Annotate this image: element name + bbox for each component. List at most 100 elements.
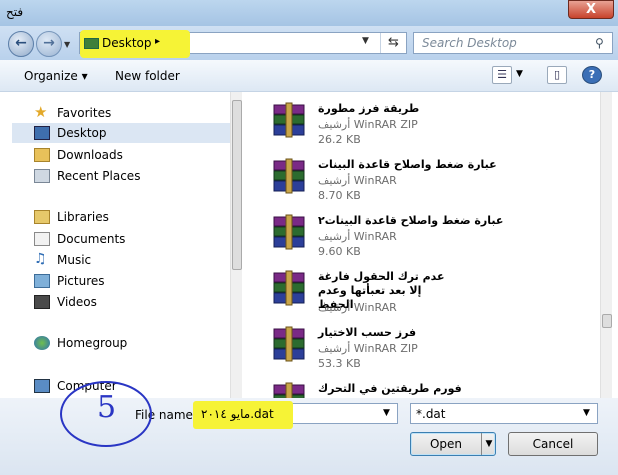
toolbar: Organize ▾ New folder ☰ ▼ ▯ ? xyxy=(0,60,618,92)
desktop-icon xyxy=(34,126,50,140)
sidebar-item-label: Music xyxy=(57,253,92,267)
libraries-icon xyxy=(34,210,50,224)
file-type-select[interactable]: *.dat ▼ xyxy=(410,403,598,424)
sidebar-item-label: Documents xyxy=(57,232,126,246)
file-list-scrollbar[interactable] xyxy=(600,92,612,398)
sidebar-item-downloads[interactable]: Downloads xyxy=(22,145,230,165)
back-arrow-icon: ← xyxy=(15,35,27,51)
pictures-icon xyxy=(34,274,50,288)
search-input[interactable]: Search Desktop ⚲ xyxy=(413,32,613,54)
file-size: 53.3 KB xyxy=(318,357,361,370)
list-item[interactable]: عبارة ضغط واصلاح قاعدة البينات أرشيف WinR… xyxy=(246,152,586,206)
sidebar-item-desktop[interactable]: Desktop xyxy=(12,123,230,143)
file-name-value[interactable]: مايو ٢٠١٤.dat xyxy=(201,407,274,421)
back-button[interactable]: ← xyxy=(8,31,34,57)
file-type: أرشيف WinRAR ZIP xyxy=(318,118,418,131)
title-bar: فتح X xyxy=(0,0,618,26)
file-type: أرشيف WinRAR ZIP xyxy=(318,342,418,355)
cancel-button[interactable]: Cancel xyxy=(508,432,598,456)
file-size: 26.2 KB xyxy=(318,133,361,146)
list-item[interactable]: عبارة ضغط واصلاح قاعدة البينات٢ أرشيف Win… xyxy=(246,208,586,262)
file-type: أرشيف WinRAR xyxy=(318,174,397,187)
file-size: 8.70 KB xyxy=(318,189,361,202)
file-name-input[interactable]: مايو ٢٠١٤.dat ▼ xyxy=(193,401,398,429)
forward-arrow-icon: → xyxy=(43,35,55,51)
forward-button[interactable]: → xyxy=(36,31,62,57)
annotation-number: 5 xyxy=(97,390,117,425)
sidebar-item-pictures[interactable]: Pictures xyxy=(22,271,230,291)
close-button[interactable]: X xyxy=(568,0,614,19)
address-dropdown-icon[interactable]: ▼ xyxy=(362,36,369,46)
videos-icon xyxy=(34,295,50,309)
desktop-folder-icon xyxy=(84,38,99,49)
list-item[interactable]: فرز حسب الاختيار أرشيف WinRAR ZIP 53.3 KB xyxy=(246,320,586,374)
file-type: أرشيف WinRAR xyxy=(318,301,397,314)
sidebar-item-label: Pictures xyxy=(57,274,105,288)
file-name: عبارة ضغط واصلاح قاعدة البينات xyxy=(318,158,497,171)
navigation-pane: ★ Favorites Desktop Downloads Recent Pla… xyxy=(12,92,230,398)
sidebar-item-label: Downloads xyxy=(57,148,123,162)
sidebar-item-videos[interactable]: Videos xyxy=(22,292,230,312)
winrar-archive-icon xyxy=(272,326,306,362)
winrar-archive-icon xyxy=(272,158,306,194)
sidebar-item-favorites[interactable]: ★ Favorites xyxy=(22,103,230,123)
sidebar-item-label: Videos xyxy=(57,295,97,309)
history-dropdown-icon[interactable]: ▼ xyxy=(64,40,70,49)
sidebar-item-label: Recent Places xyxy=(57,169,141,183)
winrar-archive-icon xyxy=(272,214,306,250)
file-name: فرز حسب الاختيار xyxy=(318,326,417,339)
file-list-scrollbar-thumb[interactable] xyxy=(602,314,612,328)
navigation-scrollbar[interactable] xyxy=(230,92,242,398)
documents-icon xyxy=(34,232,50,246)
refresh-icon: ⇆ xyxy=(388,35,399,50)
list-item[interactable]: طريقة فرز مطورة أرشيف WinRAR ZIP 26.2 KB xyxy=(246,96,586,150)
refresh-button[interactable]: ⇆ xyxy=(380,33,406,53)
sidebar-item-music[interactable]: ♫ Music xyxy=(22,250,230,270)
search-icon[interactable]: ⚲ xyxy=(595,36,604,50)
preview-pane-icon[interactable]: ▯ xyxy=(547,66,567,84)
sidebar-item-label: Favorites xyxy=(57,106,112,120)
view-dropdown-icon[interactable]: ▼ xyxy=(516,69,523,79)
file-size: 9.60 KB xyxy=(318,245,361,258)
address-location[interactable]: Desktop xyxy=(102,36,152,50)
list-item[interactable]: فورم طريقتين في التحرك xyxy=(246,376,586,398)
new-folder-button[interactable]: New folder xyxy=(115,69,180,83)
file-name-dropdown-icon[interactable]: ▼ xyxy=(383,408,390,418)
sidebar-item-libraries[interactable]: Libraries xyxy=(22,207,230,227)
sidebar-item-label: Libraries xyxy=(57,210,109,224)
downloads-folder-icon xyxy=(34,148,50,162)
music-icon: ♫ xyxy=(34,251,47,267)
file-type-dropdown-icon[interactable]: ▼ xyxy=(583,408,590,418)
breadcrumb-chevron-icon[interactable]: ▸ xyxy=(155,36,160,47)
file-name: عبارة ضغط واصلاح قاعدة البينات٢ xyxy=(318,214,504,227)
sidebar-item-label: Homegroup xyxy=(57,336,128,350)
file-type: أرشيف WinRAR xyxy=(318,230,397,243)
organize-button[interactable]: Organize ▾ xyxy=(24,69,88,83)
help-icon[interactable]: ? xyxy=(582,66,602,84)
file-name: طريقة فرز مطورة xyxy=(318,102,420,115)
search-placeholder: Search Desktop xyxy=(422,36,517,50)
star-icon: ★ xyxy=(34,103,48,121)
organize-label: Organize xyxy=(24,69,78,83)
open-button-label: Open xyxy=(429,437,463,451)
file-type-value: *.dat xyxy=(416,407,446,421)
address-bar[interactable]: Desktop ▸ ▼ ⇆ xyxy=(79,30,407,58)
list-item[interactable]: عدم ترك الحقول فارغة إلا بعد تعبأتها وعد… xyxy=(246,264,586,318)
sidebar-item-homegroup[interactable]: Homegroup xyxy=(22,333,230,353)
recent-places-icon xyxy=(34,169,50,183)
computer-icon xyxy=(34,379,50,393)
winrar-archive-icon xyxy=(272,382,306,398)
file-name: فورم طريقتين في التحرك xyxy=(318,382,462,395)
open-button[interactable]: Open ▼ xyxy=(410,432,496,456)
open-dropdown-icon[interactable]: ▼ xyxy=(481,433,496,455)
window-title: فتح xyxy=(6,5,24,19)
view-options-icon[interactable]: ☰ xyxy=(492,66,512,84)
homegroup-icon xyxy=(34,336,50,350)
sidebar-item-documents[interactable]: Documents xyxy=(22,229,230,249)
winrar-archive-icon xyxy=(272,102,306,138)
sidebar-item-recent-places[interactable]: Recent Places xyxy=(22,166,230,186)
sidebar-item-label: Desktop xyxy=(57,126,107,140)
file-list: طريقة فرز مطورة أرشيف WinRAR ZIP 26.2 KB عب… xyxy=(246,92,600,398)
winrar-archive-icon xyxy=(272,270,306,306)
navigation-scrollbar-thumb[interactable] xyxy=(232,100,242,270)
